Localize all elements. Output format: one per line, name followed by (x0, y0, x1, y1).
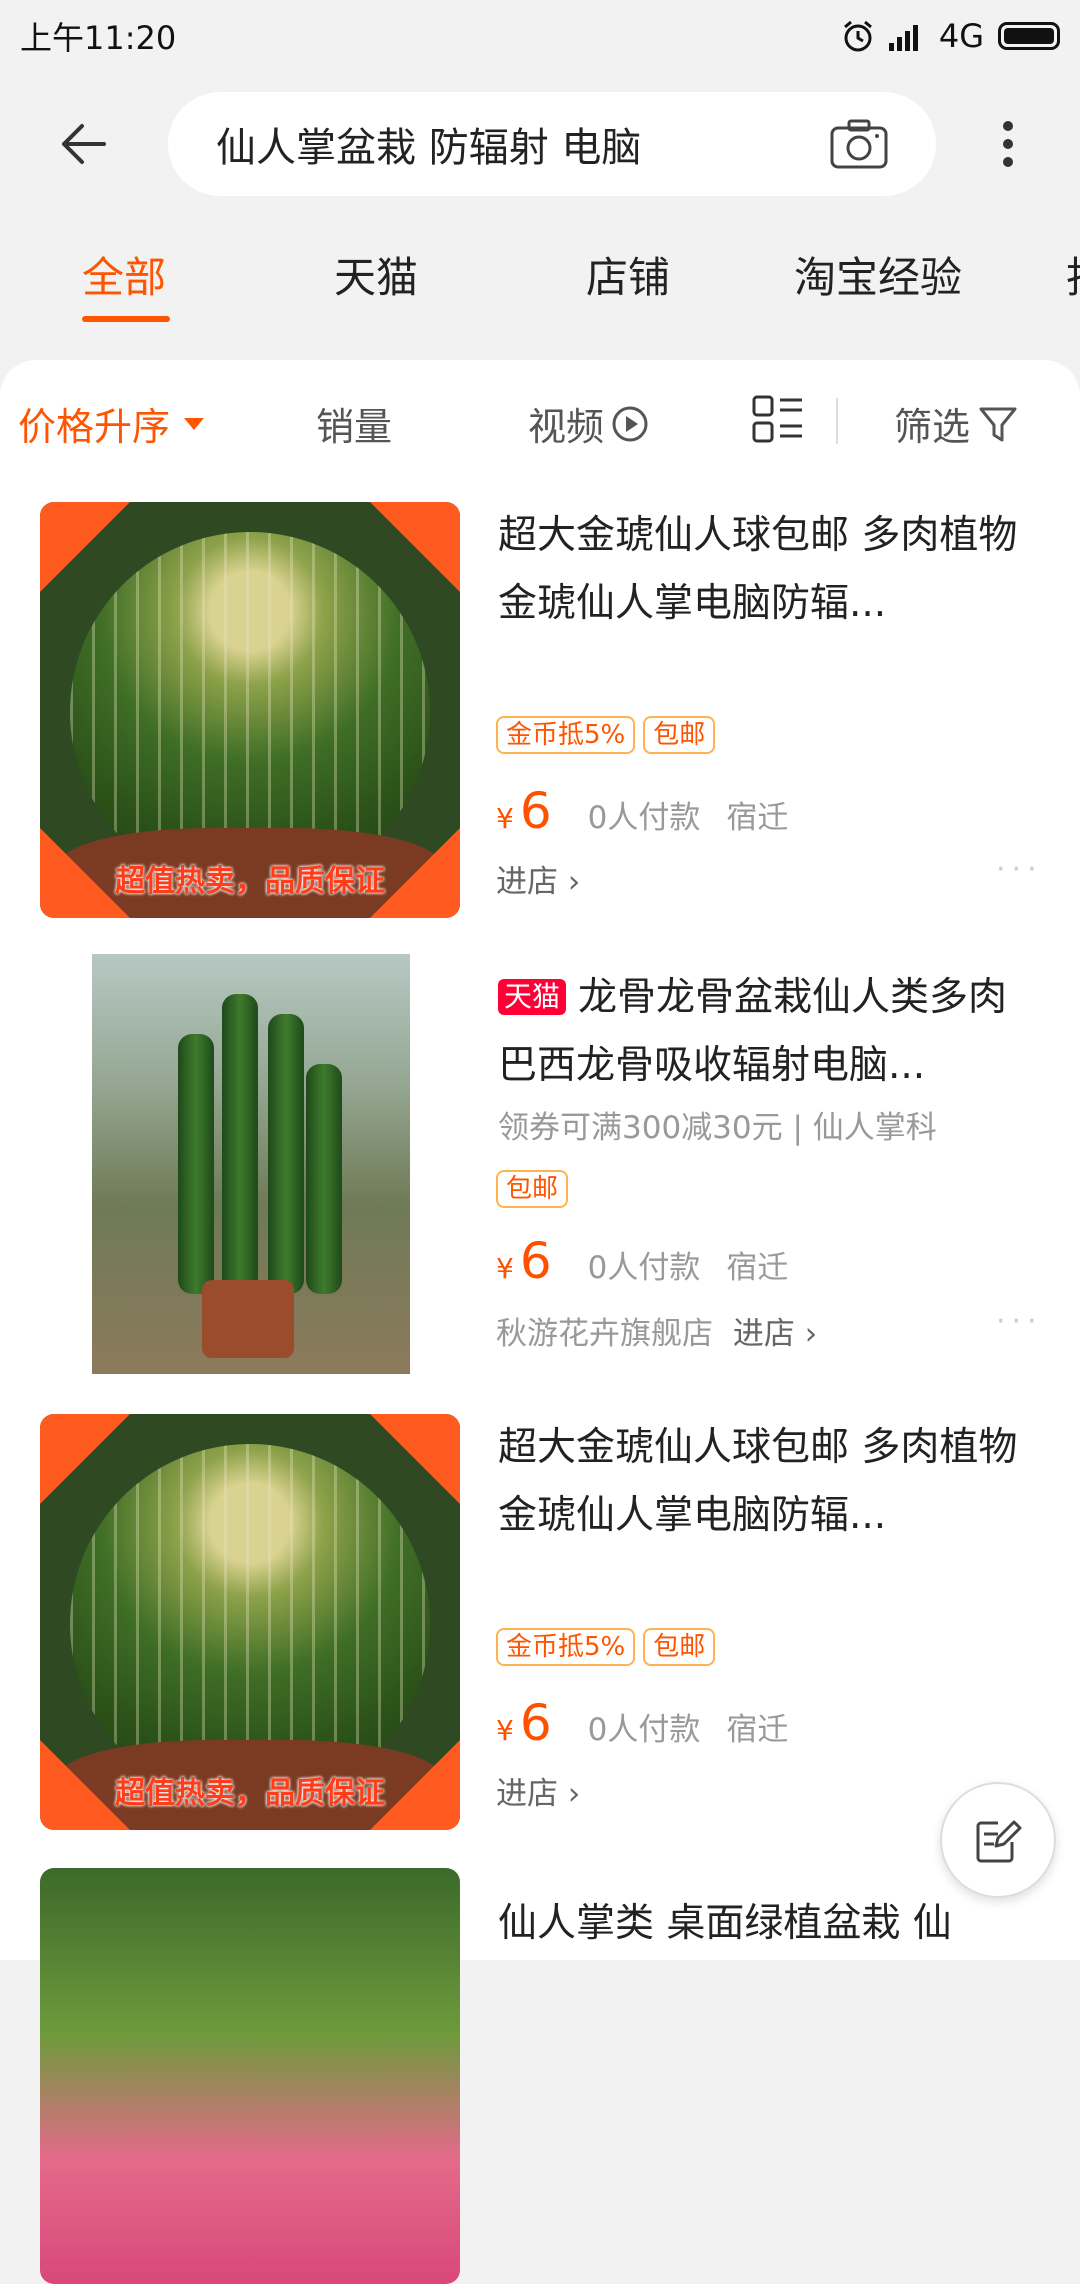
search-query: 仙人掌盆栽 防辐射 电脑 (216, 125, 642, 171)
product-title-text: 龙骨龙骨盆栽仙人类多肉巴西龙骨吸收辐射电脑... (498, 975, 1008, 1088)
currency-symbol: ¥ (496, 802, 514, 835)
results-panel: 价格升序 销量 视频 筛选 超值热卖，品质保证 超大金琥仙人球包邮 多肉植物 金… (0, 360, 1080, 2284)
item-more-button[interactable]: ··· (996, 1304, 1043, 1339)
sales-count: 0人付款 (587, 1250, 701, 1286)
more-dot-icon (1003, 139, 1013, 149)
product-image[interactable] (40, 1868, 460, 2284)
enter-store-link[interactable]: 进店 › (496, 856, 580, 901)
product-title[interactable]: 天猫 龙骨龙骨盆栽仙人类多肉巴西龙骨吸收辐射电脑... (498, 964, 1038, 1100)
more-dot-icon (1003, 121, 1013, 131)
sort-sales-label: 销量 (316, 405, 393, 449)
ship-location: 宿迁 (726, 1250, 789, 1286)
enter-store-label: 进店 (496, 864, 558, 900)
chevron-right-icon: › (567, 864, 581, 900)
tab-stores[interactable]: 店铺 (586, 244, 670, 305)
enter-store-link[interactable]: 进店 › (496, 1768, 580, 1813)
tab-tmall[interactable]: 天猫 (334, 244, 418, 305)
product-image[interactable] (92, 954, 410, 1374)
product-price: 6 (519, 1694, 552, 1752)
filter-label: 筛选 (894, 405, 971, 449)
feedback-button[interactable] (940, 1782, 1056, 1898)
sales-count: 0人付款 (587, 800, 701, 836)
signal-icon (888, 25, 918, 51)
ship-location: 宿迁 (726, 800, 789, 836)
alarm-icon (843, 20, 872, 52)
sort-video-label: 视频 (528, 405, 605, 449)
edit-note-icon (976, 1820, 1022, 1863)
tmall-badge: 天猫 (498, 979, 567, 1015)
currency-symbol: ¥ (496, 1714, 514, 1747)
image-caption: 超值热卖，品质保证 (115, 1776, 385, 1811)
tag-free-shipping: 包邮 (643, 716, 716, 754)
camera-icon (830, 119, 888, 169)
store-row[interactable]: 秋游花卉旗舰店 进店 › (496, 1308, 817, 1353)
search-row: 仙人掌盆栽 防辐射 电脑 (0, 88, 1080, 200)
enter-store-label[interactable]: 进店 (733, 1316, 795, 1352)
tag-free-shipping: 包邮 (643, 1628, 716, 1666)
tag-coin-discount: 金币抵5% (496, 716, 636, 754)
product-title[interactable]: 超大金琥仙人球包邮 多肉植物 金琥仙人掌电脑防辐... (498, 1414, 1038, 1550)
battery-icon (998, 22, 1060, 50)
active-tab-indicator (82, 316, 170, 322)
tab-find[interactable]: 找 (1066, 244, 1080, 305)
sort-price-ascending[interactable]: 价格升序 (18, 396, 205, 451)
sort-price-label: 价格升序 (18, 405, 171, 449)
filter-button[interactable]: 筛选 (894, 396, 1018, 451)
chevron-right-icon: › (567, 1776, 581, 1812)
play-circle-icon (612, 406, 648, 441)
tag-coin-discount: 金币抵5% (496, 1628, 636, 1666)
arrow-left-icon (62, 124, 106, 164)
list-view-icon (752, 395, 802, 443)
product-image[interactable]: 超值热卖，品质保证 (40, 502, 460, 918)
sort-sales[interactable]: 销量 (316, 396, 392, 451)
product-tags: 金币抵5% 包邮 (496, 716, 716, 754)
camera-search-button[interactable] (824, 109, 894, 179)
status-time: 上午11:20 (20, 19, 177, 57)
chevron-right-icon: › (804, 1316, 818, 1352)
product-image[interactable]: 超值热卖，品质保证 (40, 1414, 460, 1830)
product-tags: 包邮 (496, 1170, 569, 1208)
product-price: 6 (519, 1232, 552, 1290)
search-input[interactable]: 仙人掌盆栽 防辐射 电脑 (168, 92, 936, 196)
price-row: ¥ 6 0人付款 宿迁 (496, 782, 814, 840)
product-tags: 金币抵5% 包邮 (496, 1628, 716, 1666)
item-more-button[interactable]: ··· (996, 852, 1043, 887)
category-tabs: 全部 天猫 店铺 淘宝经验 找 (0, 230, 1080, 330)
image-caption: 超值热卖，品质保证 (115, 864, 385, 899)
tag-free-shipping: 包邮 (496, 1170, 569, 1208)
sort-divider (836, 398, 838, 444)
sort-bar: 价格升序 销量 视频 筛选 (0, 360, 1080, 480)
enter-store-label: 进店 (496, 1776, 558, 1812)
price-row: ¥ 6 0人付款 宿迁 (496, 1694, 814, 1752)
tab-all[interactable]: 全部 (82, 244, 166, 305)
view-toggle-button[interactable] (752, 394, 804, 444)
product-title[interactable]: 超大金琥仙人球包邮 多肉植物 金琥仙人掌电脑防辐... (498, 502, 1038, 638)
back-button[interactable] (28, 89, 138, 199)
more-options-button[interactable] (968, 88, 1048, 200)
ship-location: 宿迁 (726, 1712, 789, 1748)
product-price: 6 (519, 782, 552, 840)
product-title[interactable]: 仙人掌类 桌面绿植盆栽 仙 (498, 1890, 1038, 1958)
shop-name[interactable]: 秋游花卉旗舰店 (496, 1316, 713, 1352)
sales-count: 0人付款 (587, 1712, 701, 1748)
network-type: 4G (938, 17, 984, 55)
price-row: ¥ 6 0人付款 宿迁 (496, 1232, 814, 1290)
more-dot-icon (1003, 157, 1013, 167)
caret-down-icon (184, 417, 205, 430)
status-icons: 4G (841, 17, 1060, 55)
currency-symbol: ¥ (496, 1252, 514, 1285)
filter-icon (979, 407, 1017, 441)
sort-video[interactable]: 视频 (528, 396, 650, 451)
tab-taobao-experience[interactable]: 淘宝经验 (794, 244, 962, 305)
status-bar: 上午11:20 4G (0, 0, 1080, 72)
coupon-subtitle: 领券可满300减30元 | 仙人掌科 (498, 1110, 937, 1146)
